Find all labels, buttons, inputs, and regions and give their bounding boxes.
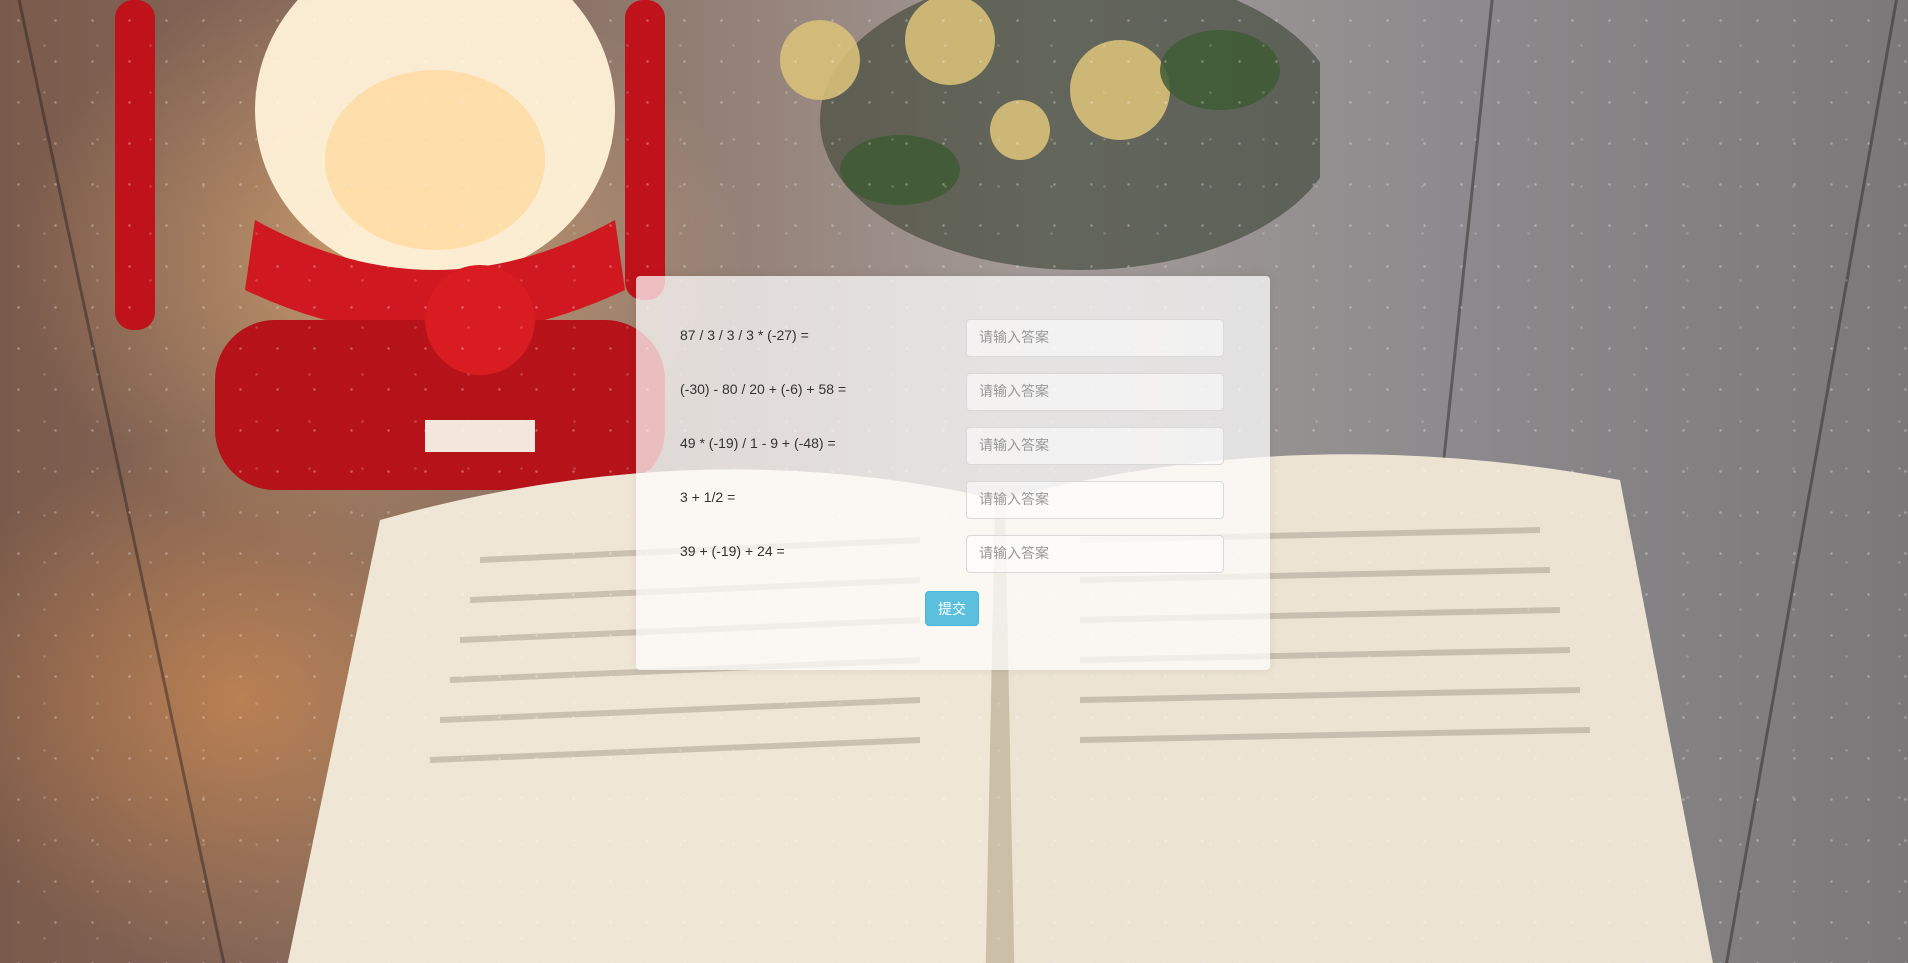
submit-button[interactable]: 提交 [925,591,979,626]
quiz-form-card: 87 / 3 / 3 / 3 * (-27) = (-30) - 80 / 20… [636,276,1270,670]
question-row: 39 + (-19) + 24 = [636,535,1270,575]
question-row: 49 * (-19) / 1 - 9 + (-48) = [636,427,1270,467]
question-expression: 87 / 3 / 3 / 3 * (-27) = [680,327,809,343]
answer-input[interactable] [966,373,1224,411]
question-row: 3 + 1/2 = [636,481,1270,521]
answer-input[interactable] [966,535,1224,573]
question-expression: 49 * (-19) / 1 - 9 + (-48) = [680,435,836,451]
question-row: 87 / 3 / 3 / 3 * (-27) = [636,319,1270,359]
question-expression: 3 + 1/2 = [680,489,736,505]
answer-input[interactable] [966,319,1224,357]
answer-input[interactable] [966,427,1224,465]
question-expression: 39 + (-19) + 24 = [680,543,785,559]
question-row: (-30) - 80 / 20 + (-6) + 58 = [636,373,1270,413]
question-expression: (-30) - 80 / 20 + (-6) + 58 = [680,381,847,397]
answer-input[interactable] [966,481,1224,519]
